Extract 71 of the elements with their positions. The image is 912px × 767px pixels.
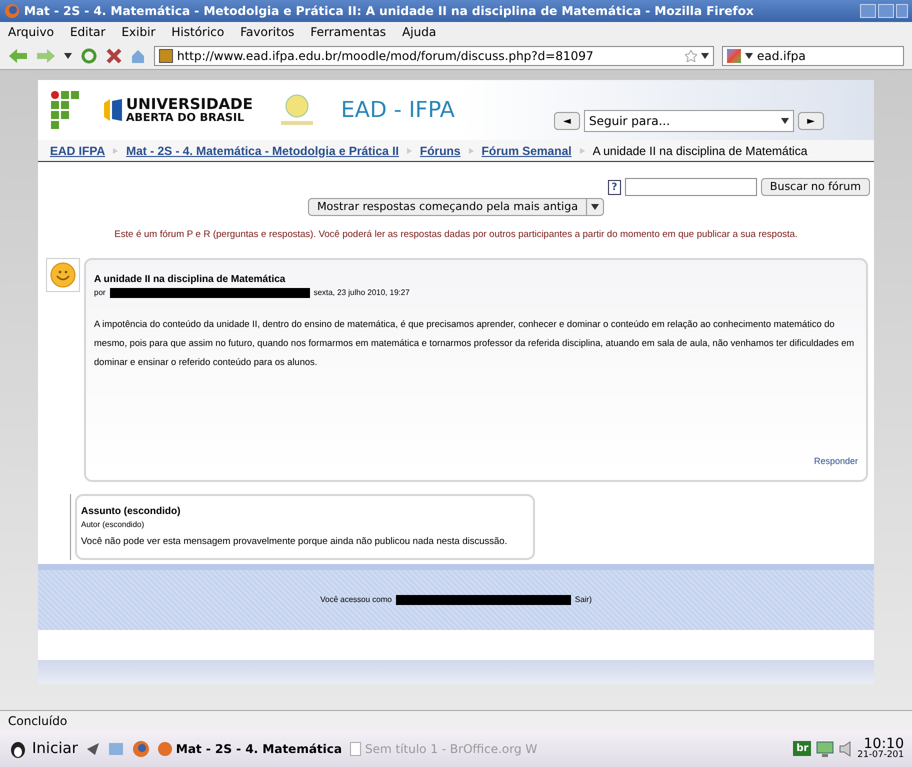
post-body: A impotência do conteúdo da unidade II, dentro do ensino de matemática, é que precisamos aprender, conhecer e dominar o conteúdo em relação ao conhecimento matemático do mesmo, pois para que assim no futuro, quando nos formarmos em matemática e tornarmos professor da referida disciplina, atuando em sala de aula, não venhamos ter dificuldades em dominar e ensinar o referido conteúdo para os alunos.	[94, 318, 856, 370]
window-title: Mat - 2S - 4. Matemática - Metodolgia e Prática II: A unidade II na disciplina de Matemática - Mozilla Firefox	[24, 3, 754, 20]
dropdown-caret-icon[interactable]	[64, 52, 72, 58]
star-icon[interactable]	[685, 50, 697, 62]
help-icon[interactable]: ?	[608, 180, 621, 194]
uab-logo-text: ABERTA DO BRASIL	[126, 112, 246, 123]
dropdown-caret-icon	[590, 204, 599, 210]
menu-item[interactable]: Histórico	[171, 23, 224, 41]
maximize-button[interactable]	[878, 4, 894, 18]
network-icon[interactable]	[815, 740, 836, 758]
back-arrow-icon[interactable]	[8, 48, 28, 64]
dropdown-caret-icon[interactable]	[745, 52, 753, 58]
site-title: EAD - IFPA	[340, 96, 455, 124]
breadcrumb-separator-icon	[580, 148, 585, 154]
search-forum-button[interactable]: Buscar no fórum	[760, 178, 870, 196]
keyboard-layout-badge: br	[793, 741, 812, 756]
breadcrumb-link[interactable]: Fórum Semanal	[482, 142, 572, 160]
menu-item[interactable]: Ajuda	[402, 23, 436, 41]
logout-link[interactable]: Sair)	[574, 594, 592, 606]
uab-logo-icon	[104, 99, 122, 121]
forum-search-field[interactable]	[624, 178, 757, 196]
browser-launcher-icon[interactable]	[132, 740, 150, 758]
breadcrumb-current: A unidade II na disciplina de Matemática	[592, 142, 808, 160]
browser-icon	[158, 742, 172, 756]
previous-button[interactable]: ◄	[554, 112, 580, 130]
site-favicon-icon	[159, 48, 173, 62]
launcher-icon[interactable]	[86, 742, 100, 756]
start-button[interactable]: Iniciar	[8, 737, 78, 760]
reload-icon[interactable]	[80, 46, 98, 64]
institute-logo-icon	[50, 90, 80, 130]
menu-item[interactable]: Ferramentas	[310, 23, 386, 41]
hidden-post-subject: Assunto (escondido)	[81, 505, 182, 520]
logged-in-text: Você acessou como	[320, 594, 392, 606]
forum-notice: Este é um fórum P e R (perguntas e respostas). Você poderá ler as respostas dadas por outros participantes a partir do momento em que publicar a sua resposta.	[113, 228, 799, 242]
breadcrumb-link[interactable]: Mat - 2S - 4. Matemática - Metodolgia e Prática II	[126, 142, 399, 160]
search-engine-logo-icon	[727, 48, 741, 62]
document-icon	[350, 742, 361, 756]
clock-date: 21-07-201	[857, 751, 904, 760]
minimize-button[interactable]	[860, 4, 876, 18]
menu-item[interactable]: Favoritos	[240, 23, 294, 41]
sort-order-select[interactable]: Mostrar respostas começando pela mais antiga	[308, 198, 604, 216]
post-date: sexta, 23 julho 2010, 19:27	[314, 287, 410, 300]
search-engine-field[interactable]: ead.ifpa	[722, 46, 904, 66]
file-manager-icon[interactable]	[108, 740, 124, 756]
menu-item[interactable]: Exibir	[121, 23, 156, 41]
post-subject: A unidade II na disciplina de Matemática	[94, 273, 286, 288]
taskbar-window-button[interactable]: Mat - 2S - 4. Matemática	[158, 740, 342, 758]
breadcrumb-link[interactable]: Fóruns	[420, 142, 461, 160]
breadcrumb-separator-icon	[113, 148, 118, 154]
reply-link[interactable]: Responder	[814, 454, 858, 468]
menu-item[interactable]: Arquivo	[8, 23, 54, 41]
dropdown-caret-icon	[781, 118, 789, 124]
next-button[interactable]: ►	[798, 112, 824, 130]
jump-to-select[interactable]: Seguir para...	[584, 110, 794, 132]
post-by-label: por	[94, 287, 106, 300]
menu-item[interactable]: Editar	[70, 23, 106, 41]
uab-logo-text: UNIVERSIDADE	[126, 97, 253, 112]
breadcrumb-separator-icon	[468, 148, 474, 154]
breadcrumb-separator-icon	[406, 148, 412, 154]
browser-logo-icon	[4, 3, 20, 19]
home-icon[interactable]	[130, 48, 146, 64]
dropdown-caret-icon[interactable]	[701, 52, 709, 58]
hidden-post-message: Você não pode ver esta mensagem provavelmente porque ainda não publicou nada nesta discussão.	[81, 535, 508, 550]
close-button[interactable]	[896, 4, 908, 18]
breadcrumb-link[interactable]: EAD IFPA	[50, 142, 106, 160]
volume-icon[interactable]	[839, 740, 854, 756]
stop-icon[interactable]	[106, 48, 122, 64]
address-field[interactable]: http://www.ead.ifpa.edu.br/moodle/mod/forum/discuss.php?d=81097	[154, 46, 714, 66]
hidden-post-author: Autor (escondido)	[81, 519, 146, 532]
clock-time: 10:10	[864, 737, 904, 751]
status-text: Concluído	[8, 712, 68, 730]
